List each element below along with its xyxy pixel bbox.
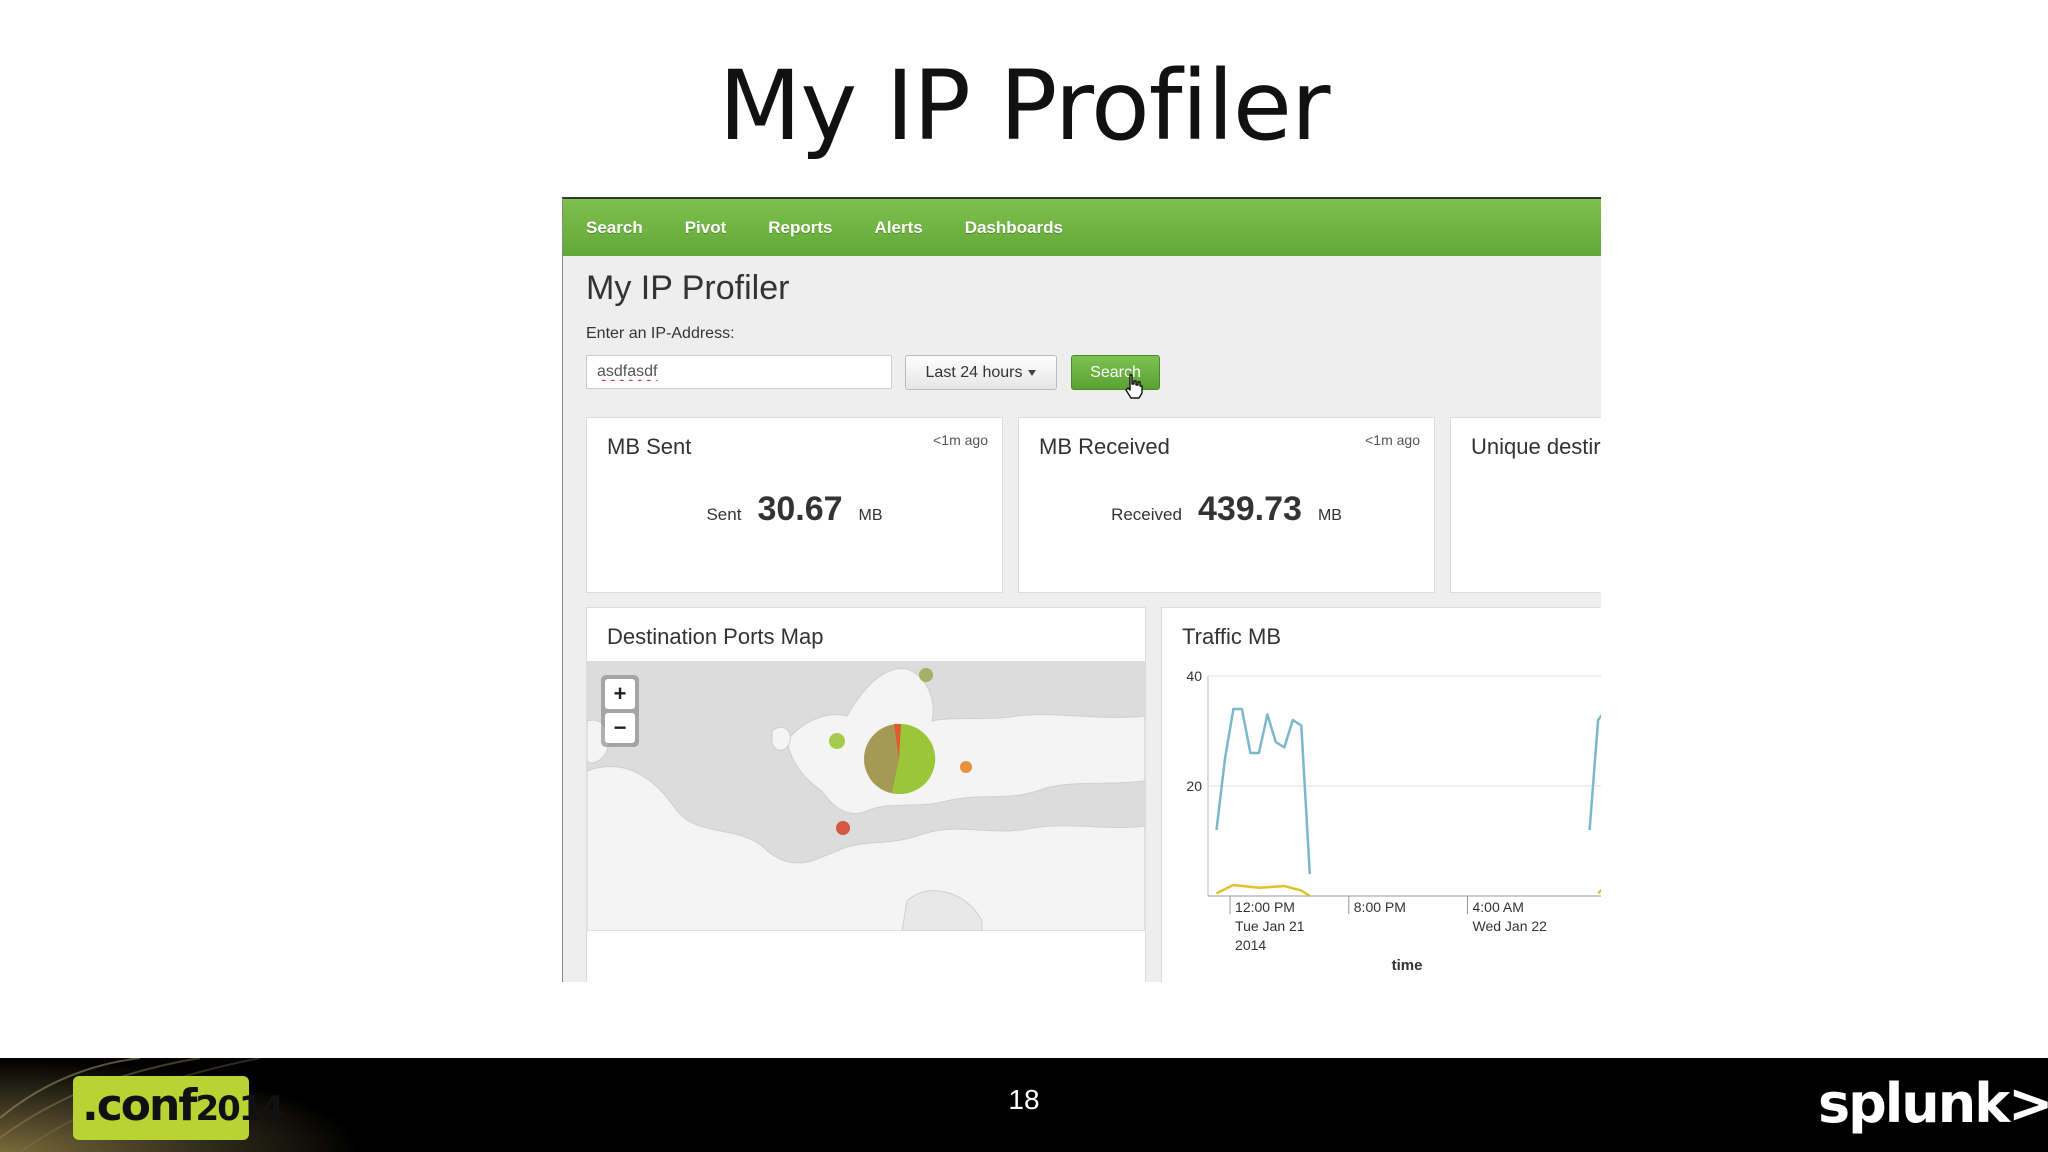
- dashboard-title: My IP Profiler: [586, 269, 790, 307]
- map-area[interactable]: + −: [587, 661, 1145, 931]
- nav-item-alerts[interactable]: Alerts: [875, 218, 923, 238]
- uk-landmass: [771, 726, 791, 751]
- map-land-layer: [587, 668, 1145, 931]
- zoom-out-button[interactable]: −: [605, 713, 635, 743]
- x-tick-label: Wed Jan 22: [1472, 918, 1547, 934]
- port-pie-marker[interactable]: [864, 723, 936, 794]
- x-axis-label: time: [1392, 957, 1423, 974]
- y-tick-label: 40: [1186, 668, 1202, 684]
- nav-item-dashboards[interactable]: Dashboards: [965, 218, 1063, 238]
- series-line-0: [1215, 707, 1312, 875]
- caret-down-icon: [1028, 369, 1037, 376]
- ip-address-input[interactable]: [586, 355, 892, 389]
- panel-title: MB Received: [1039, 434, 1170, 459]
- unique-destinations-panel: Unique destir: [1450, 417, 1601, 593]
- splunk-logo: splunk>: [1818, 1072, 2048, 1135]
- refresh-time: <1m ago: [933, 432, 988, 448]
- app-screenshot: Search Pivot Reports Alerts Dashboards M…: [562, 197, 1601, 982]
- single-value-number: 30.67: [757, 490, 843, 528]
- mb-sent-panel: MB Sent <1m ago Sent 30.67 MB: [586, 417, 1003, 593]
- single-value-unit: MB: [1317, 507, 1342, 524]
- y-tick-label: 20: [1186, 778, 1202, 794]
- map-marker[interactable]: [829, 733, 845, 749]
- map-marker[interactable]: [960, 761, 972, 773]
- page-number: 18: [1008, 1084, 1040, 1115]
- search-button[interactable]: Search: [1071, 355, 1160, 390]
- traffic-line-chart[interactable]: 40 20 12:00 PM Tue Jan 21 2014 8:00 PM 4:00 AM…: [1162, 608, 1601, 982]
- ip-address-label: Enter an IP-Address:: [586, 325, 735, 342]
- zoom-in-button[interactable]: +: [605, 679, 635, 709]
- single-value-number: 439.73: [1197, 490, 1302, 528]
- series-line-0: [1588, 714, 1601, 831]
- x-tick-label: 12:00 PM: [1235, 899, 1295, 915]
- hand-cursor-icon: [1125, 374, 1143, 399]
- map-zoom-control: + −: [601, 675, 639, 747]
- slide-footer: .conf2014 18 splunk>: [0, 1058, 2048, 1152]
- x-tick-label: 4:00 AM: [1472, 899, 1523, 915]
- time-range-picker[interactable]: Last 24 hours: [905, 355, 1057, 390]
- nav-item-search[interactable]: Search: [586, 218, 643, 238]
- map-marker[interactable]: [836, 821, 850, 835]
- slide: My IP Profiler Search Pivot Reports Aler…: [0, 0, 2048, 1152]
- panel-title: Destination Ports Map: [607, 624, 824, 649]
- series-line-1: [1215, 883, 1311, 898]
- app-nav-bar: Search Pivot Reports Alerts Dashboards: [563, 199, 1601, 256]
- x-tick-label: 8:00 PM: [1354, 899, 1406, 915]
- map-marker[interactable]: [919, 668, 933, 682]
- single-value-label: Sent: [706, 505, 742, 524]
- panel-title: Unique destir: [1471, 434, 1601, 459]
- destination-ports-map-panel: Destination Ports Map + −: [586, 607, 1146, 982]
- x-tick-label: 2014: [1235, 937, 1266, 953]
- single-value: Sent 30.67 MB: [587, 490, 1002, 529]
- x-tick-label: Tue Jan 21: [1235, 918, 1305, 934]
- traffic-mb-panel: Traffic MB 40 20 12:00 PM Tue Jan 21 2014 8:0…: [1161, 607, 1601, 982]
- nav-item-pivot[interactable]: Pivot: [685, 218, 727, 238]
- series-line-1: [1597, 888, 1601, 895]
- panel-title: MB Sent: [607, 434, 692, 459]
- single-value: Received 439.73 MB: [1019, 490, 1434, 529]
- single-value-unit: MB: [858, 507, 883, 524]
- slide-title: My IP Profiler: [718, 50, 1331, 162]
- mb-received-panel: MB Received <1m ago Received 439.73 MB: [1018, 417, 1435, 593]
- single-value-label: Received: [1111, 505, 1182, 524]
- refresh-time: <1m ago: [1365, 432, 1420, 448]
- nav-item-reports[interactable]: Reports: [768, 218, 832, 238]
- time-range-value: Last 24 hours: [925, 363, 1023, 381]
